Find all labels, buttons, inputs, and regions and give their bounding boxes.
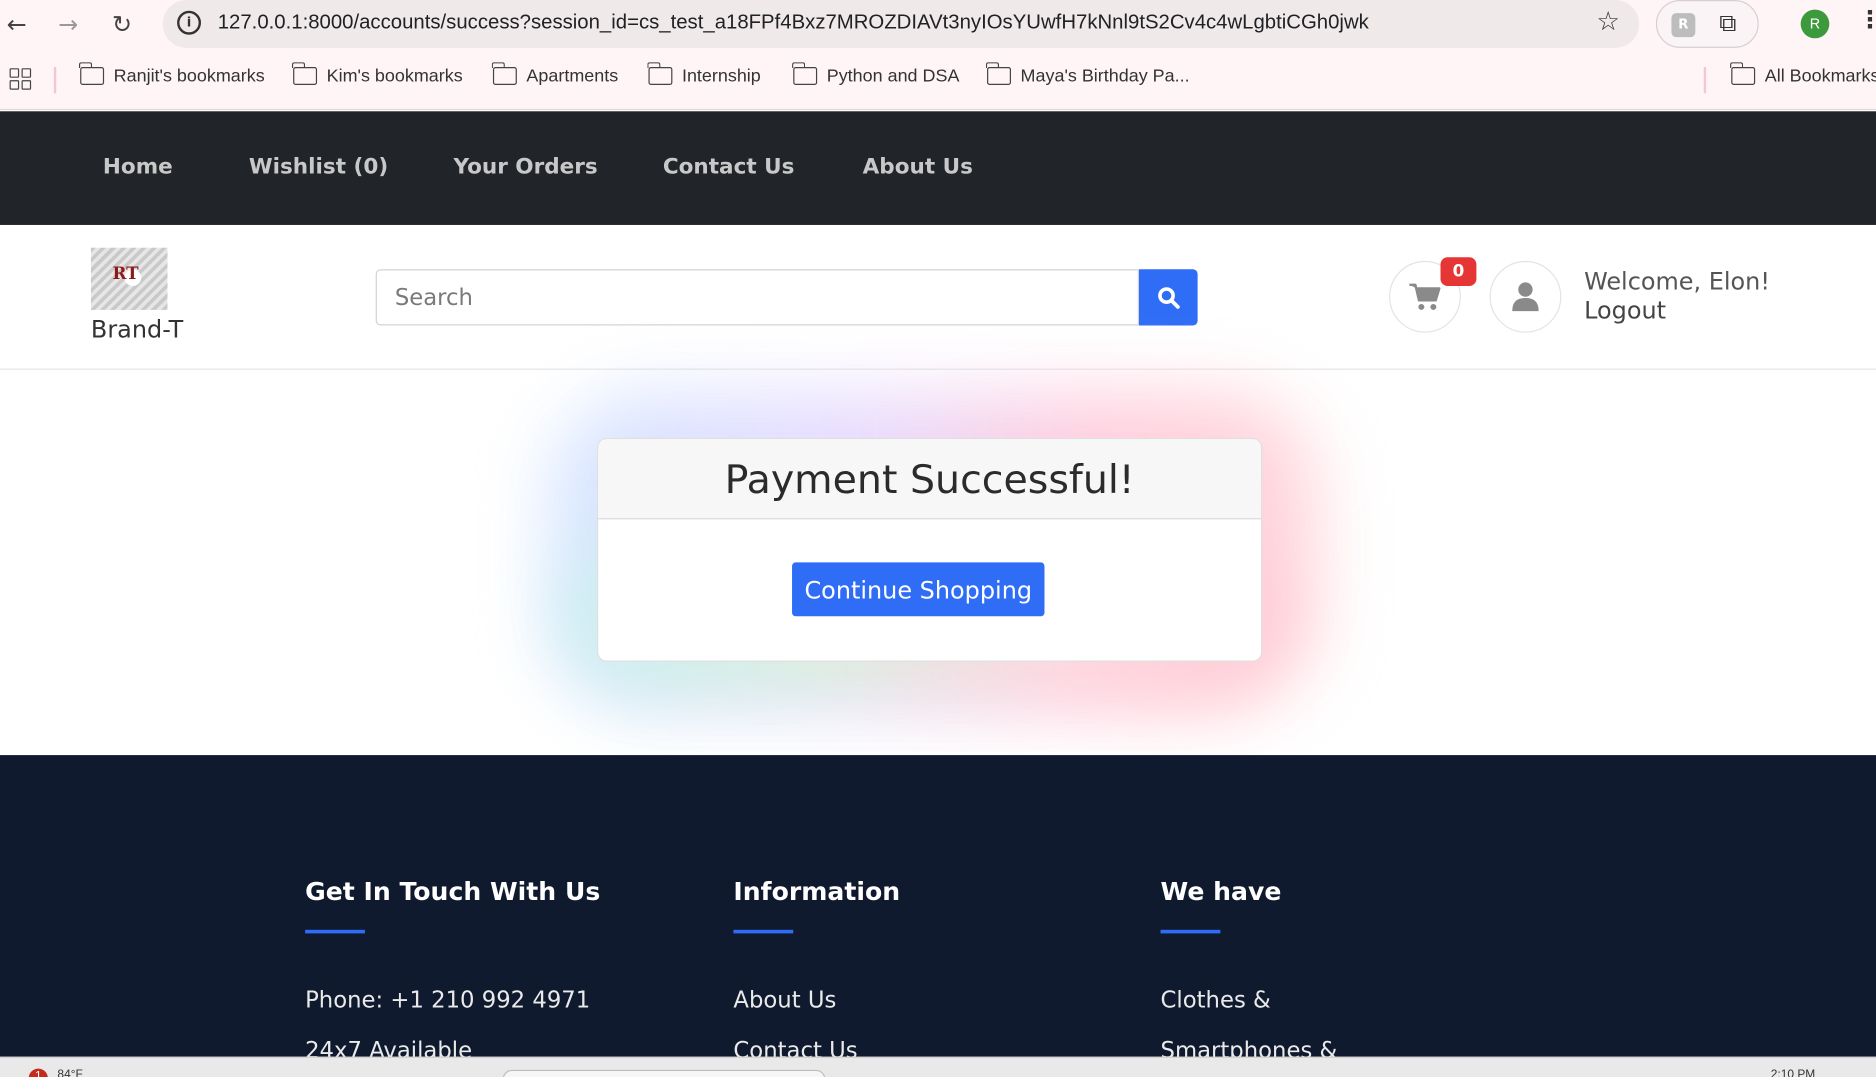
site-info-icon[interactable]: i [177, 10, 202, 35]
bookmark-label: Apartments [526, 65, 619, 87]
user-icon [1512, 282, 1539, 312]
bookmark-label: Kim's bookmarks [326, 65, 463, 87]
address-bar[interactable]: i 127.0.0.1:8000/accounts/success?sessio… [162, 0, 1640, 48]
browser-toolbar: ← → ↻ i 127.0.0.1:8000/accounts/success?… [0, 0, 1876, 53]
search-input[interactable] [375, 269, 1140, 326]
bookmark-label: Python and DSA [826, 65, 960, 87]
nav-home[interactable]: Home [103, 154, 173, 179]
bookmark-folder[interactable]: Apartments [491, 62, 619, 87]
folder-icon [647, 62, 673, 85]
footer-category-link[interactable]: Clothes & [1161, 987, 1271, 1013]
bookmark-folder[interactable]: Ranjit's bookmarks [78, 62, 265, 87]
folder-icon [792, 62, 818, 85]
weather-text[interactable]: 84°F [57, 1069, 82, 1077]
folder-icon [291, 62, 318, 85]
bookmark-label: Internship [681, 65, 761, 87]
heading-underline [305, 929, 365, 934]
cart-icon [1409, 283, 1441, 310]
notification-badge[interactable]: 1 [28, 1068, 48, 1077]
browser-menu-icon[interactable]: ⋮ [1858, 5, 1876, 34]
success-title: Payment Successful! [724, 455, 1135, 503]
footer-information-column: Information About Us Contact Us [733, 877, 901, 1064]
brand-name[interactable]: Brand-T [91, 315, 183, 344]
search-button[interactable] [1139, 269, 1198, 326]
site-navbar: Home Wishlist (0) Your Orders Contact Us… [0, 111, 1876, 225]
all-bookmarks-folder[interactable]: All Bookmarks [1730, 62, 1876, 87]
taskbar-search[interactable] [502, 1069, 826, 1077]
card-header: Payment Successful! [598, 439, 1262, 520]
footer-heading: We have [1160, 877, 1282, 906]
phone-text: Phone: +1 210 992 4971 [305, 987, 591, 1014]
apps-grid-icon[interactable] [9, 68, 32, 90]
footer-contact-column: Get In Touch With Us Phone: +1 210 992 4… [305, 877, 601, 1064]
heading-underline [1160, 929, 1221, 934]
divider [1703, 67, 1707, 94]
site-footer: Get In Touch With Us Phone: +1 210 992 4… [0, 755, 1876, 1077]
back-arrow-icon[interactable]: ← [0, 7, 34, 41]
bookmark-label: Maya's Birthday Pa... [1020, 65, 1190, 87]
logo-mark: RT [112, 264, 139, 284]
footer-about-link[interactable]: About Us [733, 987, 836, 1013]
cart-count-badge: 0 [1440, 257, 1477, 287]
logout-link[interactable]: Logout [1584, 296, 1666, 325]
url-text[interactable]: 127.0.0.1:8000/accounts/success?session_… [218, 11, 1369, 35]
folder-icon [985, 62, 1011, 85]
divider [53, 67, 57, 94]
nav-wishlist[interactable]: Wishlist (0) [249, 154, 388, 179]
footer-heading: Information [733, 877, 901, 906]
continue-shopping-button[interactable]: Continue Shopping [792, 562, 1045, 617]
extensions-area: R ⧉ [1655, 0, 1759, 48]
os-taskbar: 1 84°F 2:10 PM [0, 1056, 1876, 1077]
bookmark-star-icon[interactable]: ☆ [1596, 7, 1620, 37]
bookmark-label: Ranjit's bookmarks [113, 65, 265, 87]
brand-logo[interactable]: RT [90, 247, 168, 310]
footer-categories-column: We have Clothes & Smartphones & [1160, 877, 1337, 1064]
account-button[interactable] [1489, 260, 1562, 333]
forward-arrow-icon[interactable]: → [51, 7, 85, 41]
heading-underline [733, 929, 794, 934]
bookmark-folder[interactable]: Internship [647, 62, 761, 87]
nav-about-us[interactable]: About Us [863, 154, 973, 179]
clock-text[interactable]: 2:10 PM [1771, 1069, 1816, 1077]
nav-your-orders[interactable]: Your Orders [453, 154, 597, 179]
payment-success-card: Payment Successful! Continue Shopping [597, 437, 1263, 662]
puzzle-icon[interactable]: ⧉ [1719, 8, 1736, 37]
folder-icon [1730, 62, 1756, 85]
welcome-text: Welcome, Elon! [1584, 266, 1770, 296]
bookmark-folder[interactable]: Python and DSA [792, 62, 960, 87]
bookmark-label: All Bookmarks [1764, 65, 1876, 87]
bookmark-folder[interactable]: Kim's bookmarks [291, 62, 463, 87]
bookmark-folder[interactable]: Maya's Birthday Pa... [985, 62, 1190, 87]
profile-avatar[interactable]: R [1800, 9, 1830, 39]
reload-icon[interactable]: ↻ [105, 7, 139, 41]
extension-icon[interactable]: R [1671, 13, 1696, 38]
search-icon [1157, 286, 1180, 309]
folder-icon [491, 62, 517, 85]
bookmarks-bar: Ranjit's bookmarks Kim's bookmarks Apart… [0, 52, 1876, 111]
footer-heading: Get In Touch With Us [305, 877, 601, 906]
nav-contact-us[interactable]: Contact Us [663, 154, 795, 179]
folder-icon [78, 62, 105, 85]
